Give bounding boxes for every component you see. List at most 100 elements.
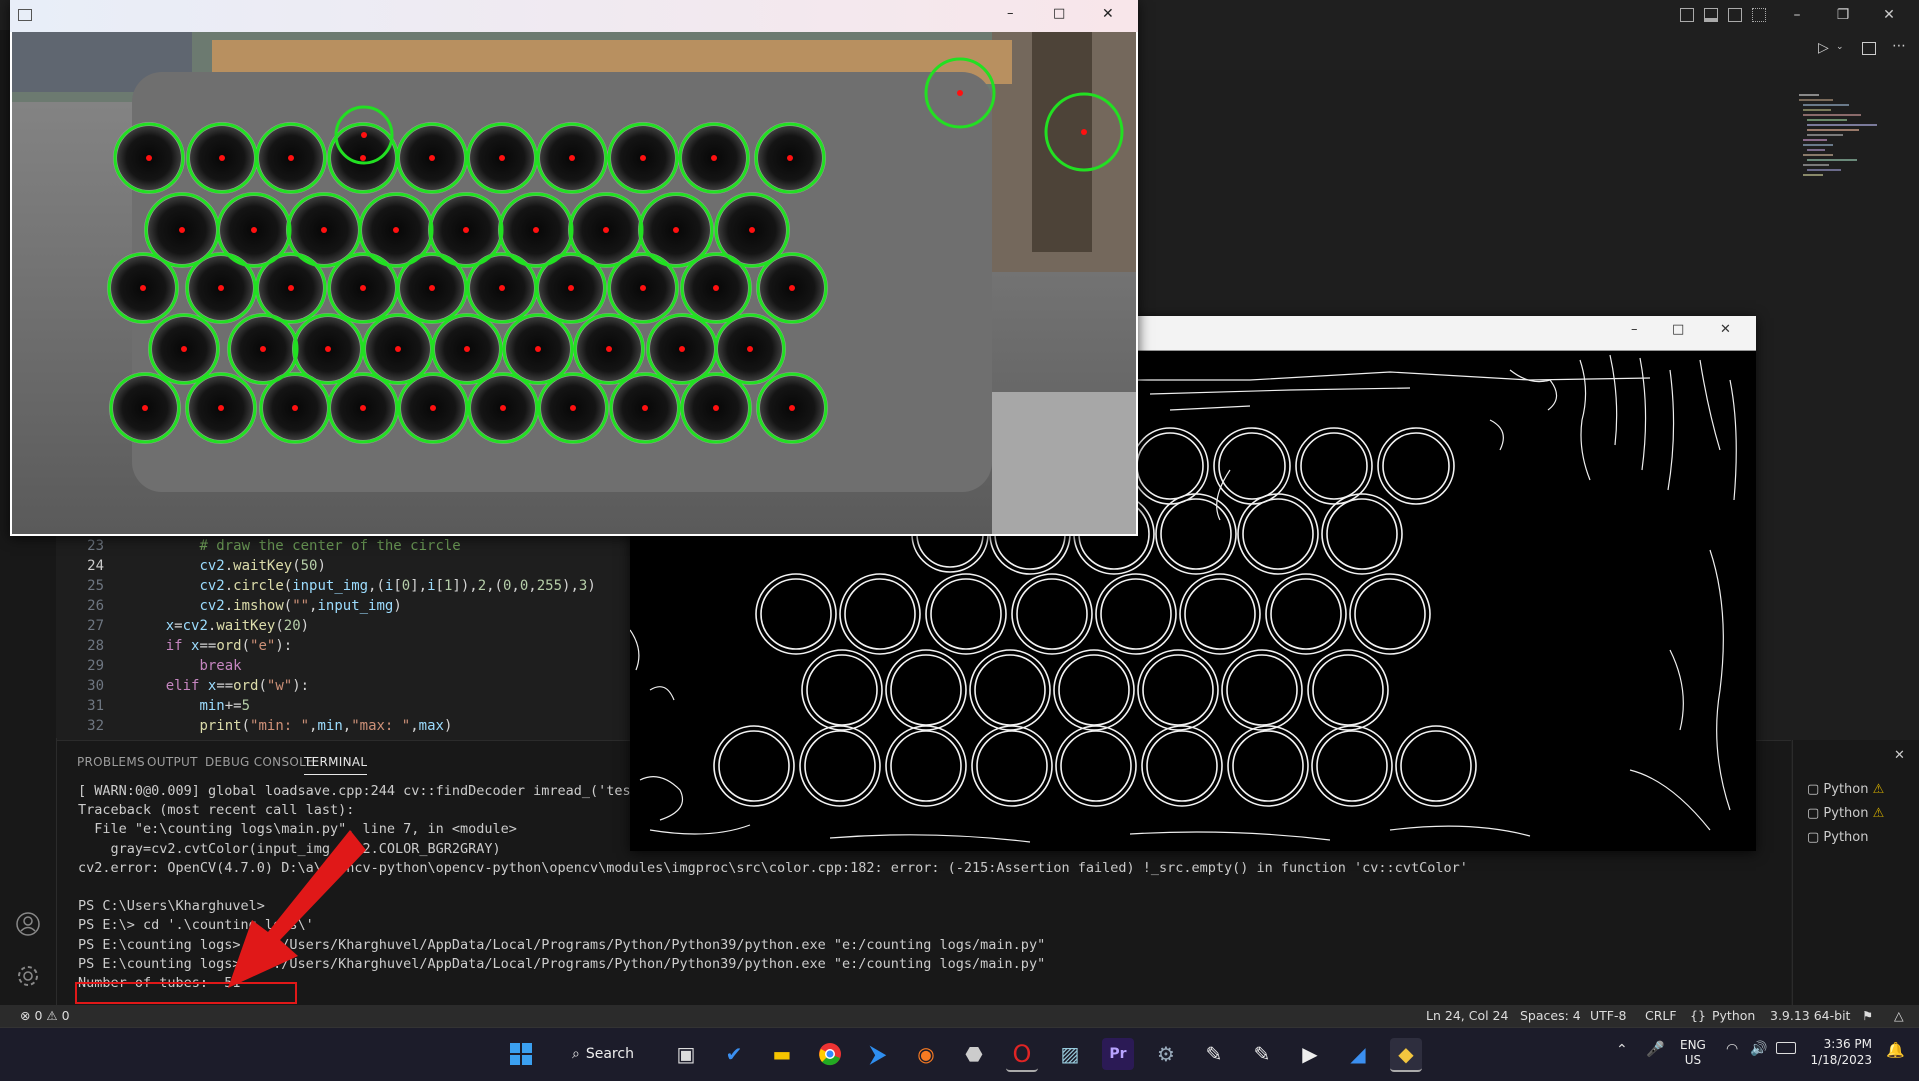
code-token: ],	[410, 578, 428, 594]
edges-maximize-icon[interactable]: □	[1672, 322, 1684, 337]
cursor-position[interactable]: Ln 24, Col 24	[1426, 1008, 1508, 1023]
todo-app-icon[interactable]: ✔	[718, 1038, 750, 1070]
panel-tab-problems[interactable]: PROBLEMS	[77, 755, 145, 769]
error-count: 0	[34, 1008, 43, 1023]
terminal-instance[interactable]: ▢ Python ⚠	[1807, 806, 1884, 821]
task-view-icon[interactable]: ▣	[670, 1038, 702, 1070]
unity-icon[interactable]: ⬣	[958, 1038, 990, 1070]
line-number: 30	[87, 678, 104, 694]
circle-center	[535, 346, 541, 352]
accounts-icon[interactable]	[16, 912, 40, 936]
indentation[interactable]: Spaces: 4	[1520, 1008, 1581, 1023]
terminal-icon: ▢	[1807, 806, 1824, 821]
code-token: .	[224, 578, 234, 594]
settings-icon[interactable]: ⚙	[1150, 1038, 1182, 1070]
circle-center	[642, 405, 648, 411]
premiere-pro-icon[interactable]: Pr	[1102, 1038, 1134, 1070]
terminal-instance[interactable]: ▢ Python	[1807, 830, 1868, 845]
circle-center	[789, 405, 795, 411]
notepad-icon[interactable]: ✎	[1198, 1038, 1230, 1070]
code-token: ,	[511, 578, 520, 594]
code-token: )	[317, 558, 326, 574]
circle-center	[140, 285, 146, 291]
opera-icon[interactable]: O	[1006, 1038, 1038, 1072]
panel-tab-debug-console[interactable]: DEBUG CONSOLE	[205, 755, 314, 769]
feedback-icon[interactable]: ⚑	[1862, 1008, 1873, 1023]
terminal-instance[interactable]: ▢ Python ⚠	[1807, 782, 1884, 797]
line-code: elif x==ord("w"):	[132, 678, 309, 694]
notepad-2-icon[interactable]: ✎	[1246, 1038, 1278, 1070]
toggle-panel-icon[interactable]	[1704, 8, 1718, 22]
start-windows-icon[interactable]	[505, 1038, 537, 1070]
photo-minimize-icon[interactable]: –	[1007, 6, 1014, 21]
customize-layout-icon[interactable]	[1752, 8, 1766, 22]
tray-overflow-icon[interactable]: ⌃	[1616, 1042, 1628, 1058]
close-panel-icon[interactable]: ✕	[1894, 748, 1905, 763]
paint-icon[interactable]: ◢	[1342, 1038, 1374, 1070]
microphone-icon[interactable]: 🎤	[1646, 1040, 1665, 1058]
code-token: input_img	[317, 598, 394, 614]
notifications-bell-icon[interactable]: △	[1894, 1008, 1904, 1023]
manage-gear-icon[interactable]	[16, 964, 40, 988]
run-icon[interactable]: ▷	[1818, 40, 1829, 56]
restore-icon[interactable]: ❐	[1820, 0, 1866, 30]
run-dropdown-icon[interactable]: ⌄	[1836, 42, 1844, 52]
encoding[interactable]: UTF-8	[1590, 1008, 1626, 1023]
terminal-name: Python	[1823, 830, 1869, 845]
clock[interactable]: 3:36 PM 1/18/2023	[1810, 1036, 1872, 1068]
circle-center	[569, 155, 575, 161]
line-number: 28	[87, 638, 104, 654]
edges-window-title-bar[interactable]	[1138, 316, 1756, 350]
terminal-line: [ WARN:0@0.009] global loadsave.cpp:244 …	[78, 783, 639, 799]
language-indicator[interactable]: ENG US	[1680, 1038, 1706, 1068]
code-token: (	[283, 598, 293, 614]
code-token: "w"	[266, 678, 293, 694]
photo-window-title-bar[interactable]: – □ ✕	[10, 0, 1138, 32]
photo-maximize-icon[interactable]: □	[1053, 6, 1065, 21]
media-player-icon[interactable]: ▶	[1294, 1038, 1326, 1070]
circle-center	[789, 285, 795, 291]
blender-icon[interactable]: ◉	[910, 1038, 942, 1070]
file-explorer-icon[interactable]: ▬	[766, 1038, 798, 1070]
python-interpreter[interactable]: 3.9.13 64-bit	[1770, 1008, 1850, 1023]
chrome-icon[interactable]	[814, 1038, 846, 1070]
code-token: ,	[410, 718, 419, 734]
toggle-sidebar-icon[interactable]	[1680, 8, 1694, 22]
wifi-icon[interactable]: ◠	[1726, 1041, 1738, 1057]
notification-center-icon[interactable]: 🔔	[1886, 1041, 1905, 1059]
detected-circles-window[interactable]: – □ ✕	[10, 0, 1138, 536]
code-token: input_img	[292, 578, 369, 594]
panel-tab-terminal[interactable]: TERMINAL	[304, 755, 368, 775]
taskbar-search[interactable]: ⌕ Search	[560, 1038, 642, 1070]
circle-center	[179, 227, 185, 233]
code-token: 50	[300, 558, 318, 574]
photos-icon[interactable]: ▨	[1054, 1038, 1086, 1070]
minimize-icon[interactable]: –	[1774, 0, 1820, 30]
more-actions-icon[interactable]: ⋯	[1892, 38, 1906, 54]
vscode-icon[interactable]: ⮞	[862, 1038, 894, 1070]
volume-icon[interactable]: 🔊	[1750, 1041, 1767, 1057]
toggle-secondary-sidebar-icon[interactable]	[1728, 8, 1742, 22]
minimap[interactable]	[1795, 90, 1905, 190]
panel-tab-output[interactable]: OUTPUT	[147, 755, 198, 769]
language-mode[interactable]: Python	[1712, 1008, 1755, 1023]
python-icon[interactable]: ◆	[1390, 1038, 1422, 1072]
line-ending[interactable]: CRLF	[1645, 1008, 1677, 1023]
circle-center	[957, 90, 963, 96]
code-token: 5	[241, 698, 251, 714]
window-app-icon	[18, 9, 32, 21]
code-token: min	[317, 718, 343, 734]
close-icon[interactable]: ✕	[1866, 0, 1912, 30]
photo-close-icon[interactable]: ✕	[1102, 6, 1114, 22]
edges-minimize-icon[interactable]: –	[1631, 322, 1638, 337]
edges-close-icon[interactable]: ✕	[1720, 322, 1731, 337]
split-editor-icon[interactable]	[1862, 42, 1876, 55]
line-number: 29	[87, 658, 104, 674]
battery-icon[interactable]	[1776, 1042, 1796, 1054]
code-token: ]),	[452, 578, 478, 594]
problems-status[interactable]: ⊗ 0 ⚠ 0	[20, 1008, 70, 1023]
